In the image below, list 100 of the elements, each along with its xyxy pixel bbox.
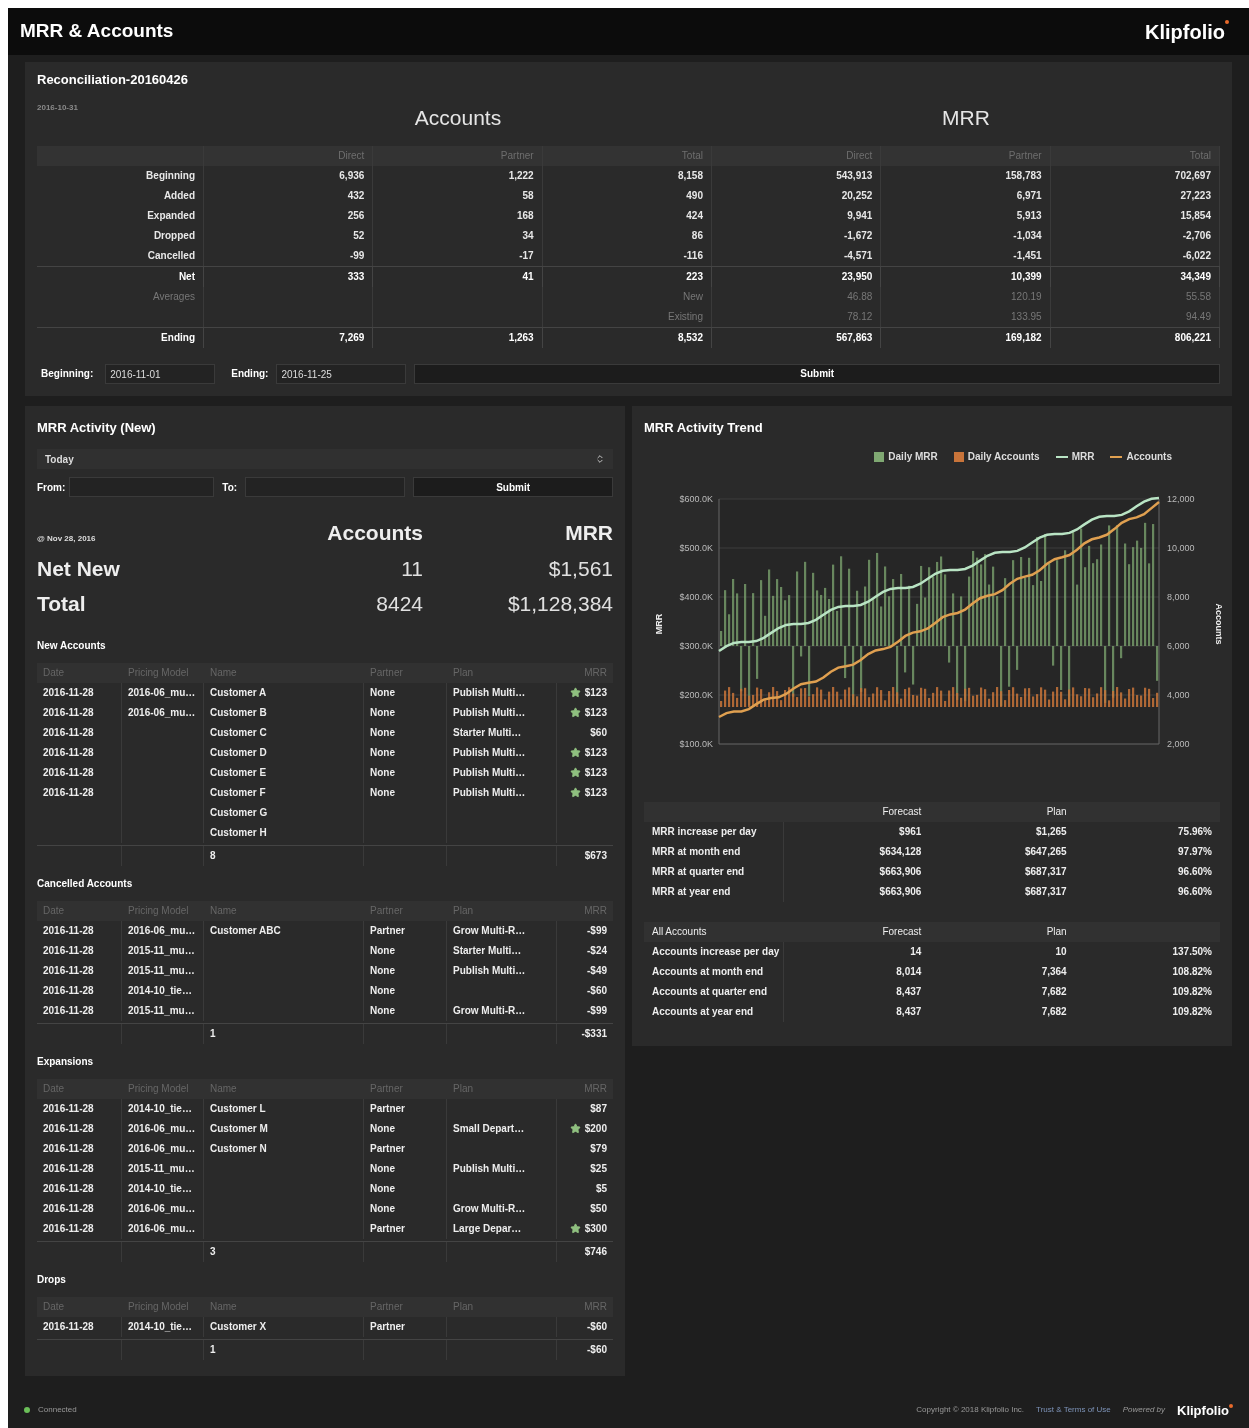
table-cell-text: 424 xyxy=(685,208,704,223)
table-cell-text: 432 xyxy=(346,188,366,203)
table-cell-text: -116 xyxy=(682,248,704,263)
table-cell-text: Publish Multi… xyxy=(452,685,527,700)
klipfolio-logo[interactable]: Klipfolio xyxy=(1177,1400,1233,1420)
table-cell-text: 34 xyxy=(521,228,535,243)
table-cell-text: 2014-10_tie… xyxy=(127,983,193,998)
table-cell-text: 8,437 xyxy=(895,1005,923,1019)
table-cell-text: 2015-11_mu… xyxy=(127,943,196,958)
table-cell-text: $5 xyxy=(595,1182,607,1196)
table-cell-text: 9,941 xyxy=(846,208,874,223)
legend-label[interactable]: Accounts xyxy=(1126,449,1172,464)
table-cell-text: Partner xyxy=(369,1141,406,1156)
klipfolio-logo[interactable]: Klipfolio xyxy=(1145,16,1229,47)
table-cell-text: 14 xyxy=(909,945,923,959)
legend-label[interactable]: Daily Accounts xyxy=(967,449,1040,464)
table-cell-text: 34,349 xyxy=(1179,269,1212,284)
submit-button[interactable]: Submit xyxy=(414,363,1220,384)
table-cell-text: 2016-11-28 xyxy=(42,1201,95,1216)
table-cell-text: Dropped xyxy=(152,228,196,243)
table-cell-text: 2016-11-28 xyxy=(42,923,95,938)
table-cell-text: Beginning xyxy=(145,168,196,183)
stat-value: $1,128,384 xyxy=(506,591,613,617)
table-cell-text: 2016-11-28 xyxy=(42,1121,95,1136)
field-label: To: xyxy=(222,480,238,495)
column-header: Direct xyxy=(845,148,874,163)
table-cell-text: Publish Multi… xyxy=(452,745,527,760)
table-cell-text: 2015-11_mu… xyxy=(127,1161,196,1176)
table-cell-text: 2016-11-28 xyxy=(42,1221,95,1236)
table-cell-text: 94.49 xyxy=(1184,309,1212,324)
table-cell-text: -4,571 xyxy=(842,248,874,263)
table-cell-text: -$99 xyxy=(587,924,607,938)
table-cell-text: None xyxy=(369,943,396,958)
column-header: Forecast xyxy=(881,805,923,819)
table-cell-text: Publish Multi… xyxy=(452,963,527,978)
table-cell-text: 2016-11-28 xyxy=(42,785,95,800)
table-cell-text: 8,532 xyxy=(676,330,704,345)
table-cell-text: 27,223 xyxy=(1179,188,1212,203)
panel-title: MRR Activity Trend xyxy=(644,418,764,437)
table-cell-text: Customer L xyxy=(209,1101,267,1116)
table-cell-text: MRR at year end xyxy=(651,885,732,899)
field-label: Beginning: xyxy=(40,367,95,381)
period-select[interactable]: Today xyxy=(37,449,613,469)
table-cell-text: Customer B xyxy=(209,705,268,720)
table-cell-text: Customer N xyxy=(209,1141,268,1156)
table-cell-text: 2014-10_tie… xyxy=(127,1181,193,1196)
table-cell-text: MRR at month end xyxy=(651,845,742,859)
table-cell-text: 6,971 xyxy=(1015,188,1043,203)
table-cell-text: 490 xyxy=(685,188,704,203)
stat-value: $1,561 xyxy=(547,555,613,582)
submit-button[interactable]: Submit xyxy=(413,477,613,497)
table-cell-text: Publish Multi… xyxy=(452,705,527,720)
table-cell-text: Customer E xyxy=(209,765,268,780)
axis-tick-label: 2,000 xyxy=(1167,739,1190,749)
table-cell-text: 168 xyxy=(515,208,535,223)
table-cell-text: None xyxy=(369,685,396,700)
table-cell-text: 120.19 xyxy=(1010,289,1043,304)
table-cell-text: -$24 xyxy=(587,944,607,958)
table-cell-text: 58 xyxy=(521,188,535,203)
table-cell-text: None xyxy=(369,1161,396,1176)
table-cell-text: 2016-06_mu… xyxy=(127,705,197,720)
table-cell-text: 8 xyxy=(209,848,217,863)
table-cell-text: $87 xyxy=(590,1102,607,1116)
group-heading: MRR xyxy=(941,104,991,131)
table-cell-text: -1,672 xyxy=(842,228,874,243)
date-field[interactable]: 2016-11-25 xyxy=(276,363,407,384)
table-cell-text: Accounts at year end xyxy=(651,1005,755,1019)
table-cell-text: None xyxy=(369,1181,396,1196)
group-heading: Accounts xyxy=(413,104,503,131)
table-cell-text: Added xyxy=(162,188,196,203)
stat-heading: Accounts xyxy=(326,520,423,546)
table-cell-text: Partner xyxy=(369,1221,406,1236)
panel-title: MRR Activity (New) xyxy=(37,418,157,437)
table-cell-text: 567,863 xyxy=(835,330,874,345)
table-cell-text: 96.60% xyxy=(1177,885,1213,899)
stat-label: Net New xyxy=(37,555,121,582)
table-cell-text: 806,221 xyxy=(1173,330,1212,345)
table-cell-text: 78.12 xyxy=(846,309,874,324)
table-cell-text: None xyxy=(369,725,396,740)
table-cell-text: $663,906 xyxy=(878,865,923,879)
column-header: All Accounts xyxy=(651,925,708,939)
table-cell-text: -$99 xyxy=(587,1004,607,1018)
date-label: 2016-10-31 xyxy=(37,101,79,114)
legend-label[interactable]: MRR xyxy=(1071,449,1095,464)
table-cell-text: $634,128 xyxy=(878,845,923,859)
legend-label[interactable]: Daily MRR xyxy=(888,449,938,464)
table-cell-text: None xyxy=(369,705,396,720)
table-cell-text: Customer D xyxy=(209,745,268,760)
section-title: Expansions xyxy=(37,1054,95,1069)
powered-by-text: Powered by xyxy=(1122,1404,1165,1417)
axis-tick-label: $400.0K xyxy=(679,592,713,602)
column-header: Partner xyxy=(499,148,535,163)
date-field[interactable]: 2016-11-01 xyxy=(105,363,216,384)
terms-link[interactable]: Trust & Terms of Use xyxy=(1036,1404,1111,1417)
table-cell-text: $50 xyxy=(590,1202,607,1216)
axis-tick-label: $600.0K xyxy=(679,494,713,504)
stat-value: 11 xyxy=(400,555,423,582)
table-cell-text: Expanded xyxy=(146,208,196,223)
table-cell-text: 1 xyxy=(209,1026,217,1041)
table-cell-text: -$60 xyxy=(586,1342,608,1357)
